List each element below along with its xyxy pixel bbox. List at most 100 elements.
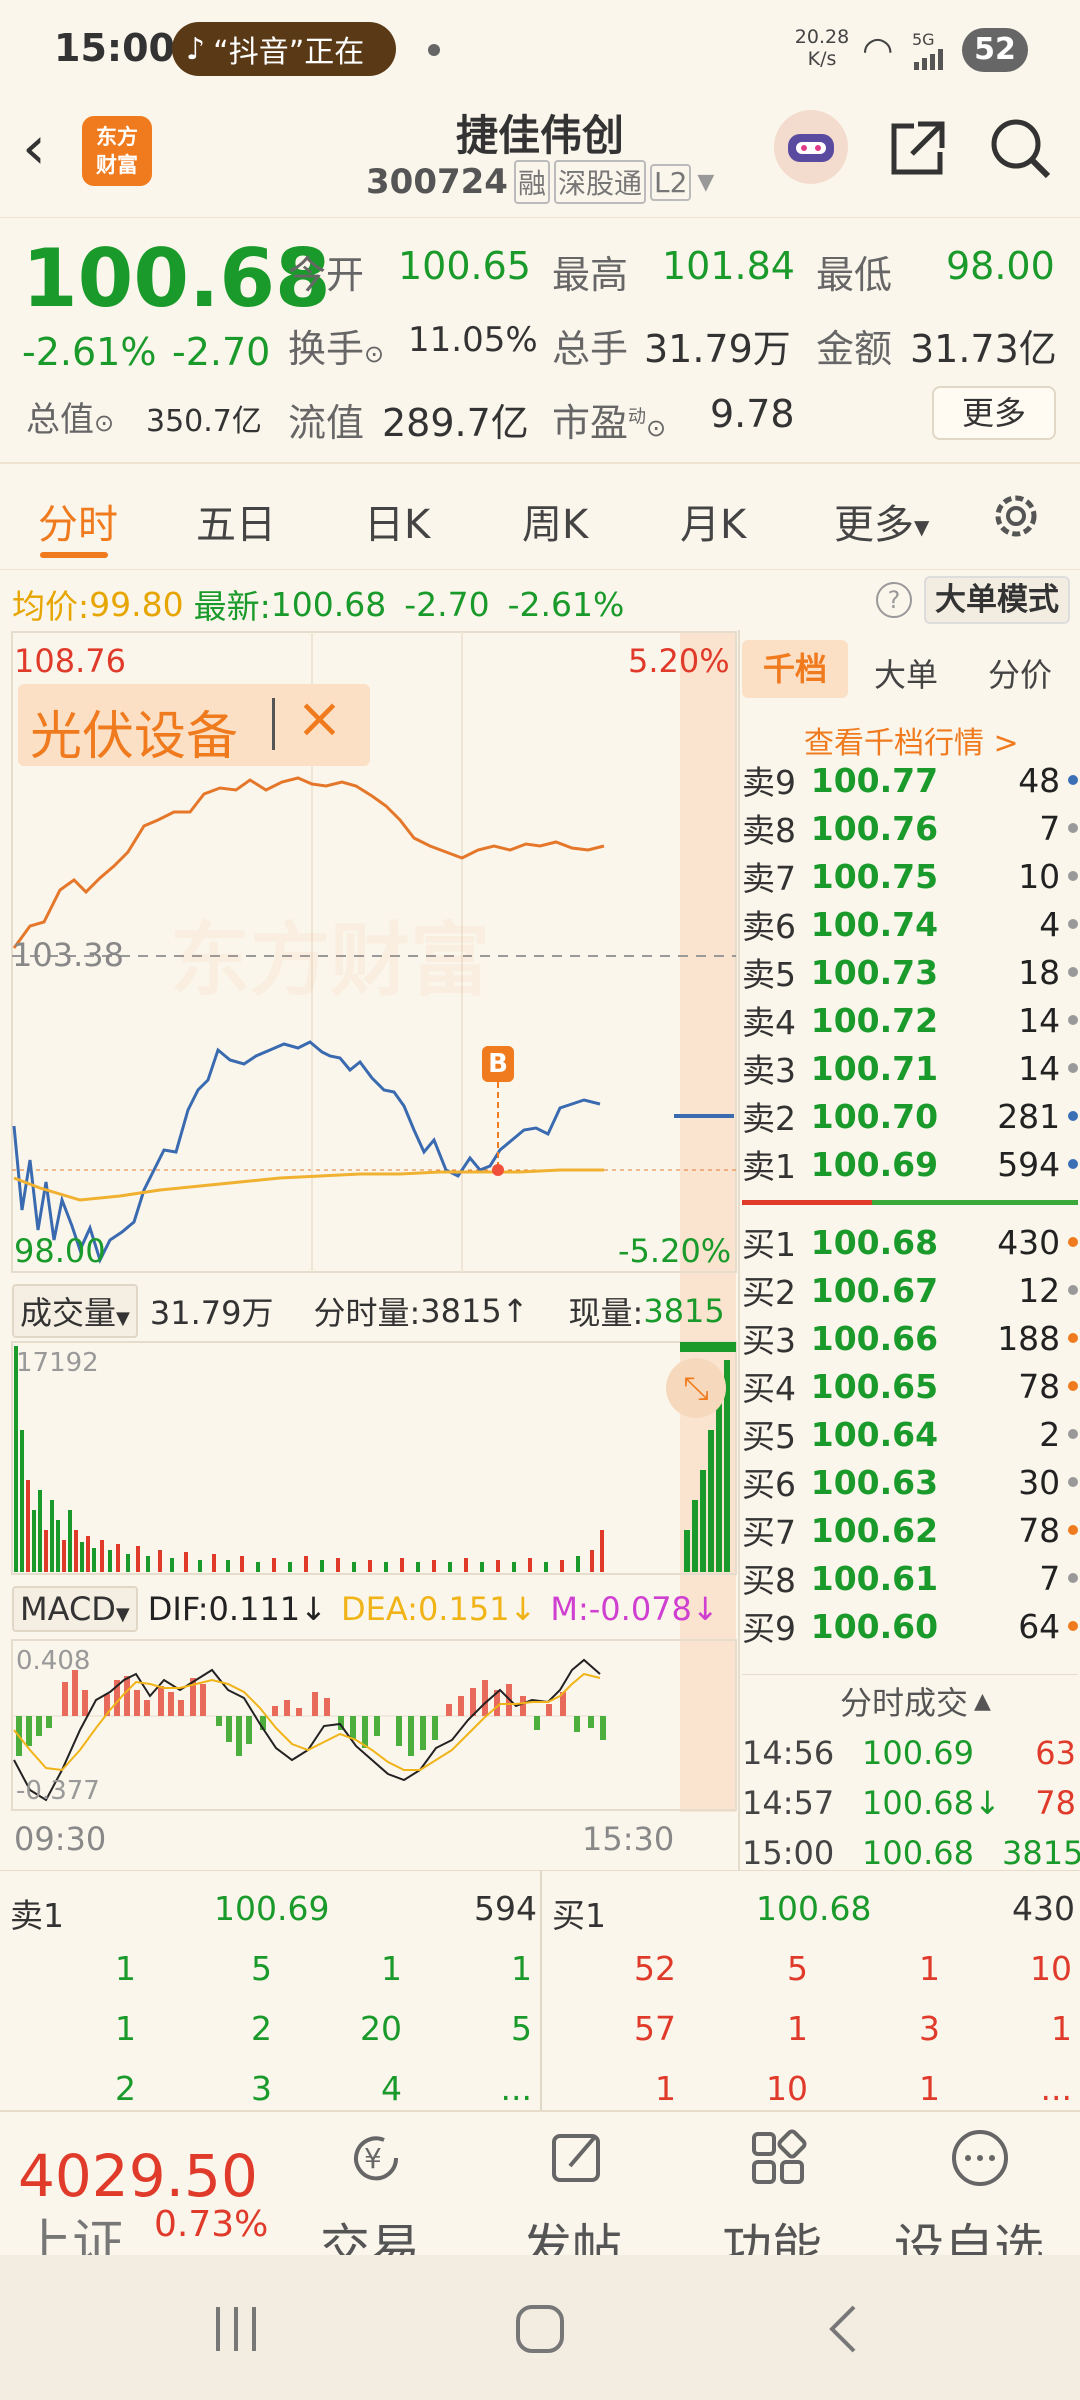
system-nav-bar — [0, 2255, 1080, 2400]
volume-bars — [14, 1342, 736, 1572]
buy-row-1[interactable]: 买1 100.68 430 — [742, 1218, 1078, 1266]
macd-indicator-select[interactable]: MACD▼ — [12, 1586, 138, 1632]
sector-overlay-name: 光伏设备 — [30, 707, 239, 767]
float-value: 289.7亿 — [382, 401, 529, 445]
queue-cell: 4 — [381, 2069, 402, 2108]
trade-icon[interactable]: ¥ — [344, 2126, 408, 2190]
avg-info-bar: 均价: 99.80 最新: 100.68 -2.70 -2.61% ? 大单模式 — [0, 570, 1080, 630]
queue-cell: 3 — [919, 2009, 940, 2048]
sell-row-9[interactable]: 卖9 100.77 48 — [742, 756, 1079, 804]
gear-icon[interactable] — [986, 486, 1046, 546]
search-icon[interactable] — [986, 114, 1056, 184]
turnover-label: 换手⊙ — [288, 327, 385, 371]
buy-row-9[interactable]: 买9 100.60 64 — [742, 1602, 1078, 1650]
more-dots-icon[interactable] — [948, 2126, 1012, 2190]
buy-orders: 买1 100.68 430 买2 100.67 12 买3 100.66 188 买4 100… — [742, 1218, 1078, 1686]
trades-title[interactable]: 分时成交 ▲ — [840, 1678, 991, 1724]
queue-buy1-label: 买1 — [552, 1896, 606, 1935]
index-value[interactable]: 4029.50 — [18, 2142, 258, 2210]
buy-row-7[interactable]: 买7 100.62 78 — [742, 1506, 1078, 1554]
tab-monthly-k[interactable]: 月K — [680, 492, 746, 550]
volume-panel-frame — [11, 1341, 737, 1575]
app-notice-pill[interactable]: ♪ “抖音”正在 — [172, 22, 396, 76]
close-icon[interactable]: × — [296, 686, 343, 751]
time-end: 15:30 — [582, 1820, 675, 1858]
sell-row-7[interactable]: 卖7 100.75 10 — [742, 852, 1079, 900]
eastmoney-logo: 东方 财富 — [82, 116, 152, 186]
buy-row-8[interactable]: 买8 100.61 7 — [742, 1554, 1078, 1602]
big-order-mode-button[interactable]: 大单模式 — [924, 576, 1070, 624]
open-value: 100.65 — [398, 244, 531, 288]
buy-row-6[interactable]: 买6 100.63 30 — [742, 1458, 1078, 1506]
info-icon: ⊙ — [94, 409, 115, 437]
sell-ratio-bar — [742, 1200, 872, 1205]
queue-cell: 1 — [115, 2009, 136, 2048]
buy-row-5[interactable]: 买5 100.64 2 — [742, 1410, 1078, 1458]
edit-icon[interactable] — [546, 2126, 610, 2190]
sell-row-6[interactable]: 卖6 100.74 4 — [742, 900, 1079, 948]
tab-big-orders[interactable]: 大单 — [874, 650, 938, 696]
turnover-value: 11.05% — [408, 320, 538, 360]
share-icon[interactable] — [884, 116, 950, 182]
wifi-icon: ◠ — [862, 30, 894, 71]
tab-weekly-k[interactable]: 周K — [522, 492, 588, 550]
sell-row-8[interactable]: 卖8 100.76 7 — [742, 804, 1079, 852]
help-icon[interactable]: ? — [876, 582, 912, 618]
chart-mid-price: 103.38 — [12, 936, 124, 974]
more-button[interactable]: 更多 — [932, 386, 1056, 440]
sell-row-4[interactable]: 卖4 100.72 14 — [742, 996, 1079, 1044]
sell-row-3[interactable]: 卖3 100.71 14 — [742, 1044, 1079, 1092]
trade-row: 14:57 100.68↓ 78 — [742, 1784, 1076, 1822]
quote-panel: 100.68 -2.61% -2.70 总值⊙ 350.7亿 今开 100.65… — [0, 218, 1080, 464]
buy-marker-label[interactable]: B — [482, 1046, 514, 1082]
apps-icon[interactable] — [746, 2126, 810, 2190]
back-icon[interactable] — [816, 2299, 876, 2359]
trade-row: 14:56 100.69 63 — [742, 1734, 1076, 1772]
sell-row-1[interactable]: 卖1 100.69 594 — [742, 1140, 1079, 1188]
volume-label: 总手 — [552, 327, 629, 371]
queue-cell: 3 — [251, 2069, 272, 2108]
index-percent: 0.73% — [154, 2204, 269, 2245]
stock-code-row[interactable]: 300724 融 深股通 L2 ▼ — [366, 160, 714, 204]
caret-down-icon: ▼ — [115, 1604, 130, 1625]
tab-indicator — [40, 552, 108, 558]
tab-price-distribution[interactable]: 分价 — [988, 650, 1052, 696]
tab-five-day[interactable]: 五日 — [196, 492, 276, 550]
queue-sell1-label: 卖1 — [10, 1896, 64, 1935]
buy-row-2[interactable]: 买2 100.67 12 — [742, 1266, 1078, 1314]
home-icon[interactable] — [510, 2299, 570, 2359]
caret-up-icon: ▲ — [974, 1688, 991, 1714]
sector-overlay-tag[interactable]: 光伏设备 × — [18, 684, 370, 767]
expand-icon[interactable]: ⤡ — [666, 1358, 726, 1418]
status-bar: 15:00 ♪ “抖音”正在 20.28 K/s ◠ 5G 52 — [0, 0, 1080, 100]
buy-row-4[interactable]: 买4 100.65 78 — [742, 1362, 1078, 1410]
sell-row-5[interactable]: 卖5 100.73 18 — [742, 948, 1079, 996]
amount-value: 31.73亿 — [910, 327, 1057, 371]
sell-row-2[interactable]: 卖2 100.70 281 — [742, 1092, 1079, 1140]
tab-intraday[interactable]: 分时 — [38, 492, 118, 550]
stock-name[interactable]: 捷佳伟创 — [340, 102, 740, 163]
macd-max: 0.408 — [16, 1646, 91, 1676]
trades-list: 14:56 100.69 63 14:57 100.68↓ 78 15:00 100.68… — [742, 1728, 1080, 1878]
macd-header: MACD▼ DIF:0.111↓ DEA:0.151↓ M:-0.078↓ — [12, 1584, 719, 1634]
queue-cell: ... — [1040, 2069, 1072, 2108]
buy-row-3[interactable]: 买3 100.66 188 — [742, 1314, 1078, 1362]
tab-more[interactable]: 更多▼ — [834, 492, 929, 550]
buy-marker-dot — [492, 1164, 504, 1176]
assistant-avatar[interactable] — [774, 110, 848, 184]
recent-apps-icon[interactable] — [206, 2299, 266, 2359]
tab-depth[interactable]: 千档 — [742, 640, 848, 698]
volume-indicator-select[interactable]: 成交量▼ — [12, 1284, 138, 1338]
queue-cell: 10 — [766, 2069, 808, 2108]
info-icon: ⊙ — [364, 340, 385, 368]
float-label: 流值 — [288, 401, 365, 445]
volume-header: 成交量▼ 31.79万 分时量: 3815↑ 现量: 3815 — [12, 1284, 725, 1338]
caret-down-icon: ▼ — [116, 1308, 130, 1329]
app-notice-text: “抖音”正在 — [213, 35, 365, 70]
change-amount: -2.70 — [172, 330, 271, 374]
battery-indicator: 52 — [962, 28, 1028, 72]
tab-daily-k[interactable]: 日K — [364, 492, 430, 550]
signal-icon — [912, 48, 952, 70]
back-arrow-icon[interactable]: ‹ — [22, 118, 46, 178]
queue-cell: 10 — [1030, 1949, 1072, 1988]
